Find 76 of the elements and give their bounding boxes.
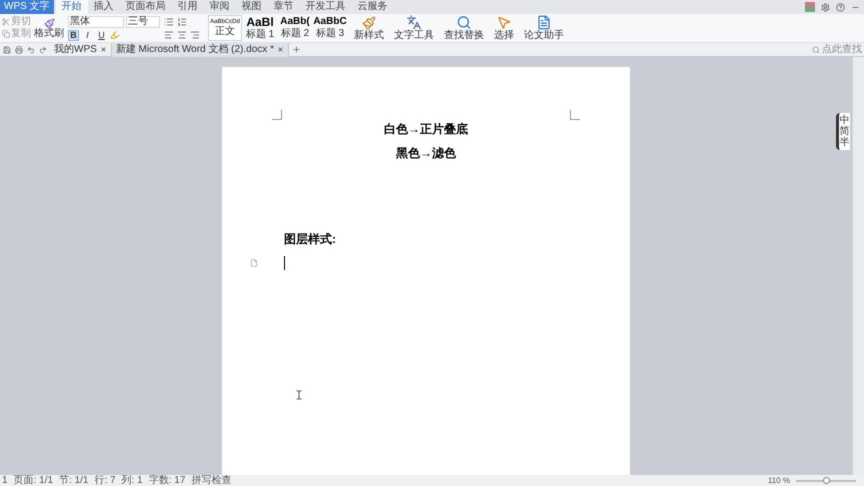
undo-icon[interactable] (27, 46, 35, 54)
menu-tab[interactable]: 引用 (172, 0, 204, 14)
style-label: 标题 1 (246, 30, 274, 40)
bullet-list-icon[interactable] (164, 16, 174, 26)
search-icon (812, 46, 820, 54)
pointer-icon (496, 15, 512, 30)
margin-mark (570, 110, 580, 120)
document-tab[interactable]: 新建 Microsoft Word 文档 (2).docx * (110, 42, 289, 56)
document-heading: 图层样式: (284, 231, 336, 248)
align-right-icon[interactable] (190, 30, 200, 40)
style-gallery-item[interactable]: AaBb( 标题 2 (278, 15, 312, 41)
ribbon-button[interactable]: 查找替换 (441, 15, 487, 41)
style-label: 标题 3 (316, 29, 344, 39)
align-center-icon[interactable] (177, 30, 187, 40)
ribbon-button[interactable]: 文字工具 (391, 15, 437, 41)
status-text: 字数: 17 (148, 476, 186, 486)
help-icon[interactable] (836, 2, 845, 12)
status-text: 拼写检查 (191, 476, 232, 486)
menu-tab[interactable]: 开始 (56, 0, 88, 14)
style-preview: AaBbC (313, 17, 347, 27)
style-label: 正文 (215, 27, 235, 37)
status-text: 页面: 1/1 (14, 476, 54, 486)
menu-tab[interactable]: 章节 (268, 0, 300, 14)
new-tab-icon[interactable] (292, 45, 301, 54)
document-line: 黑色→滤色 (396, 145, 456, 162)
paintbrush-icon (44, 18, 54, 28)
translate-icon (406, 15, 422, 30)
close-icon[interactable] (100, 46, 107, 53)
app-menu-button[interactable]: WPS 文字 (0, 0, 54, 14)
menu-tab[interactable]: 云服务 (352, 0, 394, 14)
ime-toggle[interactable]: 半 (840, 137, 850, 148)
ime-toolbar[interactable]: 中 简 半 (836, 113, 850, 150)
format-button[interactable]: B (68, 30, 79, 40)
status-text: 行: 7 (94, 476, 116, 486)
ribbon-button[interactable]: 论文助手 (521, 15, 567, 41)
mouse-cursor-icon (294, 390, 304, 400)
menu-tab[interactable]: 视图 (236, 0, 268, 14)
style-label: 标题 2 (280, 29, 310, 39)
style-preview: AaBb( (280, 17, 310, 27)
menu-tab[interactable]: 页面布局 (120, 0, 172, 14)
status-text: 列: 1 (122, 476, 143, 486)
document-tab[interactable]: 我的WPS (50, 42, 111, 56)
margin-mark (272, 110, 282, 120)
style-icon (362, 16, 376, 30)
text-cursor (284, 256, 285, 270)
redo-icon[interactable] (39, 46, 47, 54)
format-button[interactable]: I (82, 30, 93, 40)
status-text: 1 (2, 476, 8, 486)
format-button[interactable]: U (96, 30, 107, 40)
search-icon (456, 15, 472, 30)
document-line: 白色→正片叠底 (384, 121, 468, 138)
font-name-field[interactable]: 黑体 (68, 16, 124, 28)
ime-toggle[interactable]: 中 (840, 115, 850, 126)
settings-icon[interactable] (821, 2, 830, 12)
close-icon[interactable] (276, 46, 284, 53)
style-gallery-item[interactable]: AaBl 标题 1 (243, 15, 277, 41)
format-painter-button[interactable]: 格式刷 (34, 18, 64, 38)
document-icon (536, 15, 552, 30)
menu-tab[interactable]: 插入 (88, 0, 120, 14)
style-gallery-item[interactable]: AaBbC 标题 3 (313, 15, 347, 41)
numbered-list-icon[interactable] (177, 16, 187, 26)
copy-icon (2, 30, 10, 38)
ime-toggle[interactable]: 简 (840, 126, 850, 137)
vertical-scrollbar[interactable] (852, 57, 864, 475)
font-size-field[interactable]: 三号 (126, 16, 160, 28)
ribbon-button[interactable]: 新样式 (351, 15, 387, 41)
menu-tab[interactable]: 开发工具 (300, 0, 352, 14)
status-text: 节: 1/1 (59, 476, 88, 486)
scissors-icon (2, 18, 10, 26)
zoom-percent: 110 % (768, 476, 790, 484)
menu-tab[interactable]: 审阅 (204, 0, 236, 14)
style-preview: AaBl (246, 16, 274, 28)
save-icon[interactable] (3, 46, 11, 54)
ribbon-button[interactable]: 选择 (491, 15, 517, 41)
align-left-icon[interactable] (164, 30, 174, 40)
print-icon[interactable] (15, 46, 23, 54)
